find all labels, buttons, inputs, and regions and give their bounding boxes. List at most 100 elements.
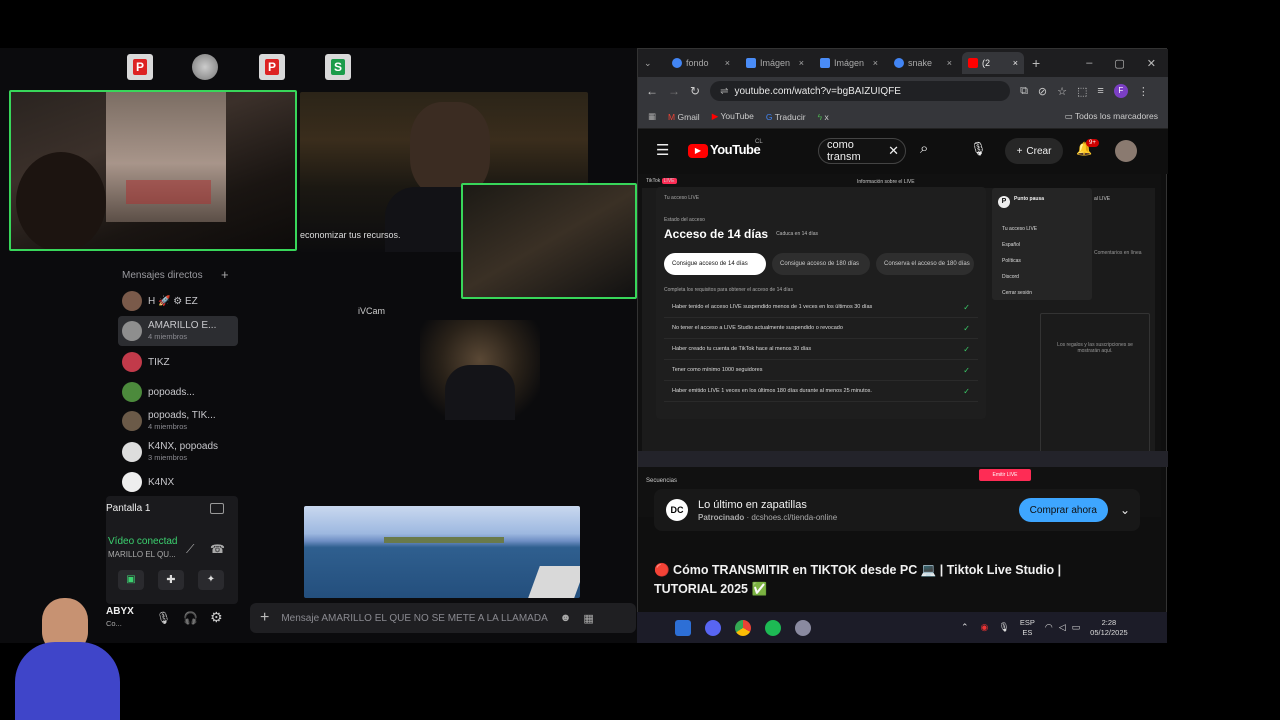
add-dm-button[interactable]: + xyxy=(221,267,229,282)
mic-icon[interactable]: 🎙 xyxy=(156,611,171,625)
close-icon[interactable]: × xyxy=(873,58,878,68)
chat-input-bar[interactable]: + Mensaje AMARILLO EL QUE NO SE METE A L… xyxy=(250,603,636,633)
close-share-icon[interactable] xyxy=(210,503,224,514)
menu-item[interactable]: Discord xyxy=(1002,269,1037,285)
menu-dots-icon[interactable]: ⋮ xyxy=(1138,85,1149,98)
youtube-search-input[interactable]: como transm ✕ xyxy=(818,138,906,164)
youtube-logo-icon[interactable]: ▶ xyxy=(688,144,708,158)
live-access-modal: Tu acceso LIVE Estado del acceso Acceso … xyxy=(656,187,986,419)
tab-search-icon[interactable]: ⌄ xyxy=(644,52,662,74)
emoji-icon[interactable]: ☻ xyxy=(560,612,572,624)
close-icon[interactable]: × xyxy=(1013,58,1018,68)
sponsored-ad-card[interactable]: DC Lo último en zapatillas Patrocinado ·… xyxy=(654,489,1140,531)
hamburger-menu-icon[interactable]: ☰ xyxy=(656,141,669,159)
minimize-icon[interactable]: – xyxy=(1086,57,1092,70)
new-tab-button[interactable]: + xyxy=(1032,55,1040,71)
buy-now-button[interactable]: Comprar ahora xyxy=(1018,498,1108,522)
menu-item[interactable]: Tu acceso LIVE xyxy=(1002,221,1037,237)
option-14-days[interactable]: Consigue acceso de 14 días xyxy=(664,253,766,275)
settings-icon[interactable] xyxy=(795,619,811,636)
webcam-tile-3[interactable] xyxy=(461,183,637,299)
headphones-icon[interactable]: 🎧 xyxy=(183,611,198,625)
eye-off-icon[interactable]: ⊘ xyxy=(1038,85,1047,98)
volume-icon[interactable]: ◁ xyxy=(1059,622,1066,633)
forward-arrow-icon[interactable]: → xyxy=(668,84,680,98)
create-button[interactable]: + Crear xyxy=(1005,138,1063,164)
dm-item-selected[interactable]: AMARILLO E... 4 miembros xyxy=(118,316,238,346)
dm-item[interactable]: TIKZ xyxy=(118,347,238,377)
search-icon[interactable]: ⌕ xyxy=(920,140,928,157)
discord-icon[interactable] xyxy=(705,619,721,636)
tab-5-active[interactable]: (2 × xyxy=(962,52,1024,74)
wifi-icon[interactable]: ◠ xyxy=(1045,622,1053,633)
close-icon[interactable]: × xyxy=(799,58,804,68)
tab-2[interactable]: Imágen × xyxy=(740,52,810,74)
outlook-icon[interactable] xyxy=(675,619,691,636)
close-window-icon[interactable]: ✕ xyxy=(1147,57,1156,70)
menu-item[interactable]: Cerrar sesión xyxy=(1002,285,1037,301)
webcam-tile-4[interactable] xyxy=(420,320,540,420)
option-180-days[interactable]: Consigue acceso de 180 días xyxy=(772,253,870,275)
disconnect-icon[interactable]: ☎ xyxy=(210,542,225,556)
dm-item[interactable]: K4NX xyxy=(118,467,238,497)
tab-4[interactable]: snake × xyxy=(888,52,958,74)
back-arrow-icon[interactable]: ← xyxy=(646,84,658,98)
bookmark-x[interactable]: ϟ x xyxy=(818,112,829,122)
site-info-icon[interactable]: ⇌ xyxy=(720,86,728,97)
option-keep-180-days[interactable]: Conserva el acceso de 180 días xyxy=(876,253,974,275)
minecraft-stream-preview[interactable] xyxy=(304,506,580,598)
google-icon xyxy=(672,58,682,68)
profile-avatar[interactable]: F xyxy=(1113,84,1128,98)
chat-input-placeholder[interactable]: Mensaje AMARILLO EL QUE NO SE METE A LA … xyxy=(281,613,547,624)
globe-file-icon[interactable] xyxy=(192,54,218,80)
reload-icon[interactable]: ↻ xyxy=(690,84,700,98)
close-icon[interactable]: × xyxy=(725,58,730,68)
star-icon[interactable]: ☆ xyxy=(1057,85,1067,98)
pdf-file-icon[interactable]: P xyxy=(127,54,153,80)
tab-3[interactable]: Imágen × xyxy=(814,52,884,74)
mic-tray-icon[interactable]: 🎙 xyxy=(998,622,1009,633)
youtube-logo-text[interactable]: YouTube xyxy=(710,142,761,157)
chrome-icon[interactable] xyxy=(735,619,751,636)
close-icon[interactable]: × xyxy=(947,58,952,68)
apps-icon[interactable]: ▦ xyxy=(583,612,593,625)
chevron-down-icon[interactable]: ⌄ xyxy=(1120,503,1130,517)
soundboard-icon[interactable]: ✦ xyxy=(198,570,224,590)
spotify-icon[interactable] xyxy=(765,619,781,636)
address-bar[interactable]: ⇌ youtube.com/watch?v=bgBAIZUIQFE xyxy=(710,81,1011,101)
dm-item[interactable]: popoads... xyxy=(118,377,238,407)
media-icon[interactable]: ≡ xyxy=(1097,85,1103,97)
bookmark-gmail[interactable]: M Gmail xyxy=(668,112,700,122)
dm-item[interactable]: K4NX, popoads 3 miembros xyxy=(118,437,238,467)
maximize-icon[interactable]: ▢ xyxy=(1114,57,1124,70)
menu-item[interactable]: Políticas xyxy=(1002,253,1037,269)
notification-count: 9+ xyxy=(1086,139,1099,147)
battery-icon[interactable]: ▭ xyxy=(1072,622,1081,633)
activities-icon[interactable]: ✚ xyxy=(158,570,184,590)
dm-item[interactable]: H 🚀 ⚙ EZ xyxy=(118,286,238,316)
pdf-file-icon-2[interactable]: P xyxy=(259,54,285,80)
menu-item[interactable]: Español xyxy=(1002,237,1037,253)
account-avatar[interactable] xyxy=(1115,140,1137,162)
tab-1[interactable]: fondo × xyxy=(666,52,736,74)
add-attachment-icon[interactable]: + xyxy=(260,609,269,627)
cast-icon[interactable]: ⧉ xyxy=(1020,85,1028,98)
clear-search-icon[interactable]: ✕ xyxy=(888,143,905,159)
dm-item[interactable]: popoads, TIK... 4 miembros xyxy=(118,406,238,436)
sheets-file-icon[interactable]: S xyxy=(325,54,351,80)
extensions-icon[interactable]: ⬚ xyxy=(1077,85,1087,98)
screen-share-icon[interactable]: ▣ xyxy=(118,570,144,590)
voice-search-icon[interactable]: 🎙 xyxy=(970,141,987,157)
input-language[interactable]: ESP ES xyxy=(1020,618,1035,638)
settings-gear-icon[interactable]: ⚙ xyxy=(210,609,223,626)
security-icon[interactable]: ◉ xyxy=(981,622,989,633)
bookmark-youtube[interactable]: ▶ YouTube xyxy=(712,111,754,122)
all-bookmarks[interactable]: ▭ Todos los marcadores xyxy=(1065,111,1168,122)
clock[interactable]: 2:28 05/12/2025 xyxy=(1090,618,1128,638)
apps-grid-icon[interactable]: ▦ xyxy=(648,111,656,122)
bookmark-translate[interactable]: G Traducir xyxy=(766,112,806,122)
go-live-button[interactable]: Emitir LIVE xyxy=(979,469,1031,481)
webcam-tile-1[interactable] xyxy=(9,90,297,251)
chevron-up-icon[interactable]: ⌃ xyxy=(961,622,969,633)
noise-suppression-icon[interactable]: ⟋ xyxy=(186,542,194,557)
